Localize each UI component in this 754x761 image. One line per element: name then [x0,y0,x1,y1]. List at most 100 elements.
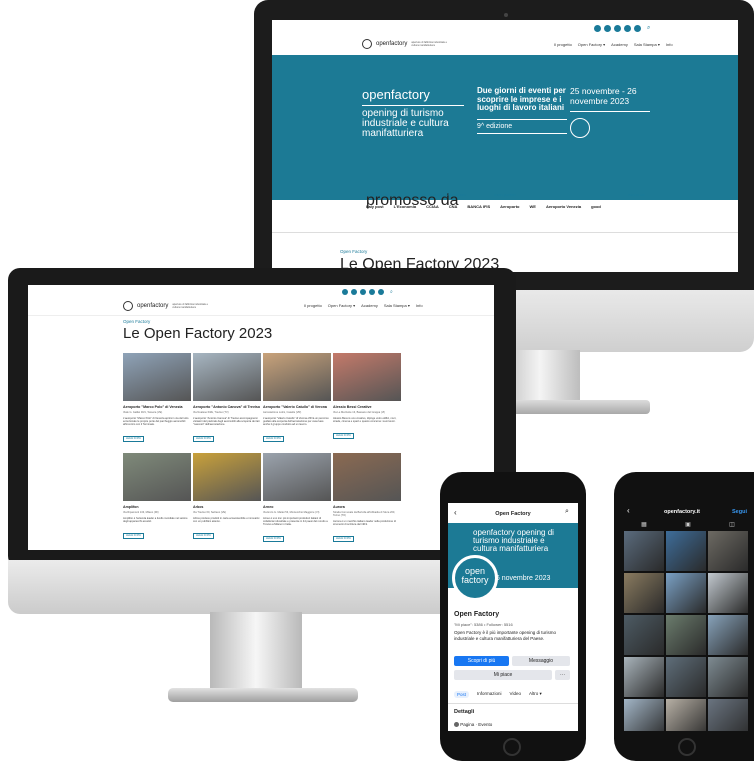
factory-card[interactable]: Aeroporto "Marco Polo" di Venezia Viale G… [123,353,191,444]
ig-photo[interactable] [624,657,664,697]
factory-image[interactable] [123,353,191,401]
ig-photo[interactable] [666,699,706,731]
factory-card[interactable]: Alessio Bessi Creative Via Le Mezzette 13… [333,353,401,441]
instagram-icon[interactable] [604,25,611,32]
nav-item[interactable]: Academy [611,42,628,47]
newsletter-icon[interactable] [634,25,641,32]
factory-title[interactable]: Alessio Bessi Creative [333,405,401,410]
learn-more-button[interactable]: Scopri di più [454,656,509,666]
ig-photo[interactable] [666,615,706,655]
factory-title[interactable]: Aeroporto "Marco Polo" di Venezia [123,405,191,410]
facebook-icon[interactable] [342,289,348,295]
read-more-button[interactable]: LEGGI DI PIÙ [193,435,215,442]
partner-logo[interactable]: CNA [449,204,458,209]
newsletter-icon[interactable] [378,289,384,295]
read-more-button[interactable]: LEGGI DI PIÙ [193,532,215,539]
ig-photo[interactable] [708,573,748,613]
factory-title[interactable]: Aurora [333,505,401,510]
ig-photo[interactable] [708,615,748,655]
like-button[interactable]: Mi piace [454,670,552,680]
tab-video[interactable]: Video [510,691,521,698]
factory-image[interactable] [193,453,261,501]
message-button[interactable]: Messaggio [512,656,570,666]
nav-item[interactable]: Il progetto [304,303,322,308]
ig-photo[interactable] [624,615,664,655]
factory-title[interactable]: Arneo [263,505,331,510]
nav-item[interactable]: Sala Stampa ▾ [634,42,660,47]
ig-photo[interactable] [708,699,748,731]
back-icon[interactable]: ‹ [627,506,630,515]
search-icon[interactable]: ⌕ [647,25,650,32]
read-more-button[interactable]: LEGGI DI PIÙ [263,535,285,542]
ig-photo[interactable] [708,657,748,697]
partner-logo[interactable]: BANCA IFIS [467,204,490,209]
partner-logo[interactable]: Aeroporto Venezia [546,204,581,209]
linkedin-icon[interactable] [614,25,621,32]
nav-item[interactable]: Academy [361,303,378,308]
ig-photo[interactable] [624,531,664,571]
search-icon[interactable]: ⌕ [565,508,569,516]
breadcrumb[interactable]: Open Factory [340,249,367,254]
follow-button[interactable]: Segui [732,509,747,515]
tab-info[interactable]: Informazioni [477,691,502,698]
partner-logo[interactable]: CCIAA [426,204,439,209]
factory-card[interactable]: Arbos Via Treviso 60, Salzano (VE) Arbos p… [193,453,261,541]
factory-image[interactable] [333,353,401,401]
youtube-icon[interactable] [624,25,631,32]
read-more-button[interactable]: LEGGI DI PIÙ [123,435,145,442]
fb-avatar[interactable]: open factory [452,555,498,601]
ig-photo[interactable] [666,657,706,697]
instagram-icon[interactable] [351,289,357,295]
home-button[interactable] [503,738,521,756]
nav-item[interactable]: Info [416,303,423,308]
factory-image[interactable] [263,353,331,401]
factory-card[interactable]: Aeroporto "Valerio Catullo" di Verona Aer… [263,353,331,444]
tab-more[interactable]: Altro ▾ [529,691,542,698]
partner-logo[interactable]: Aeroporto [500,204,519,209]
factory-card[interactable]: Aeroporto "Antonio Canova" di Treviso Via… [193,353,261,444]
factory-image[interactable] [263,453,331,501]
tab-post[interactable]: Post [454,691,470,698]
more-button[interactable]: ··· [555,670,570,680]
nav-item[interactable]: Sala Stampa ▾ [384,303,410,308]
home-button[interactable] [678,738,696,756]
partner-logo[interactable]: WE [530,204,536,209]
partner-logo[interactable]: good [591,204,601,209]
partner-logo[interactable]: Italy post [366,204,384,209]
nav-item[interactable]: Open Factory ▾ [328,303,355,308]
factory-card[interactable]: Aurora Strada Comunale da Bertolla all'Ab… [333,453,401,544]
factory-image[interactable] [333,453,401,501]
factory-title[interactable]: Aeroporto "Antonio Canova" di Treviso [193,405,261,410]
factory-address: Strada Comunale da Bertolla all'Abbadia … [333,510,396,517]
factory-image[interactable] [193,353,261,401]
factory-title[interactable]: Amplifon [123,505,191,510]
facebook-icon[interactable] [594,25,601,32]
nav-item[interactable]: Open Factory ▾ [578,42,605,47]
partner-logo[interactable]: L'Economia [394,204,417,209]
nav-item[interactable]: Info [666,42,673,47]
grid-icon[interactable]: ▦ [641,521,647,528]
read-more-button[interactable]: LEGGI DI PIÙ [333,432,355,439]
ig-photo[interactable] [666,573,706,613]
factory-image[interactable] [123,453,191,501]
linkedin-icon[interactable] [360,289,366,295]
read-more-button[interactable]: LEGGI DI PIÙ [123,532,145,539]
nav-item[interactable]: Il progetto [554,42,572,47]
read-more-button[interactable]: LEGGI DI PIÙ [333,535,355,542]
youtube-icon[interactable] [369,289,375,295]
breadcrumb[interactable]: Open Factory [123,319,150,324]
factory-title[interactable]: Aeroporto "Valerio Catullo" di Verona [263,405,331,410]
search-icon[interactable]: ⌕ [390,289,393,295]
reels-icon[interactable]: ▣ [685,521,691,528]
ig-photo[interactable] [624,573,664,613]
ig-photo[interactable] [666,531,706,571]
read-more-button[interactable]: LEGGI DI PIÙ [263,435,285,442]
ig-photo[interactable] [708,531,748,571]
factory-card[interactable]: Amplifon Via Ripamonti 133, Milano (MI) Am… [123,453,191,541]
factory-card[interactable]: Arneo Via Enzo G. Mattei 53, Montecchio M… [263,453,331,544]
ig-photo[interactable] [624,699,664,731]
tagged-icon[interactable]: ◫ [729,521,735,528]
site-logo[interactable]: openfactory aperture di fabbrica industr… [123,301,210,311]
site-logo[interactable]: openfactory aperture di fabbrica industr… [362,39,449,49]
factory-title[interactable]: Arbos [193,505,261,510]
